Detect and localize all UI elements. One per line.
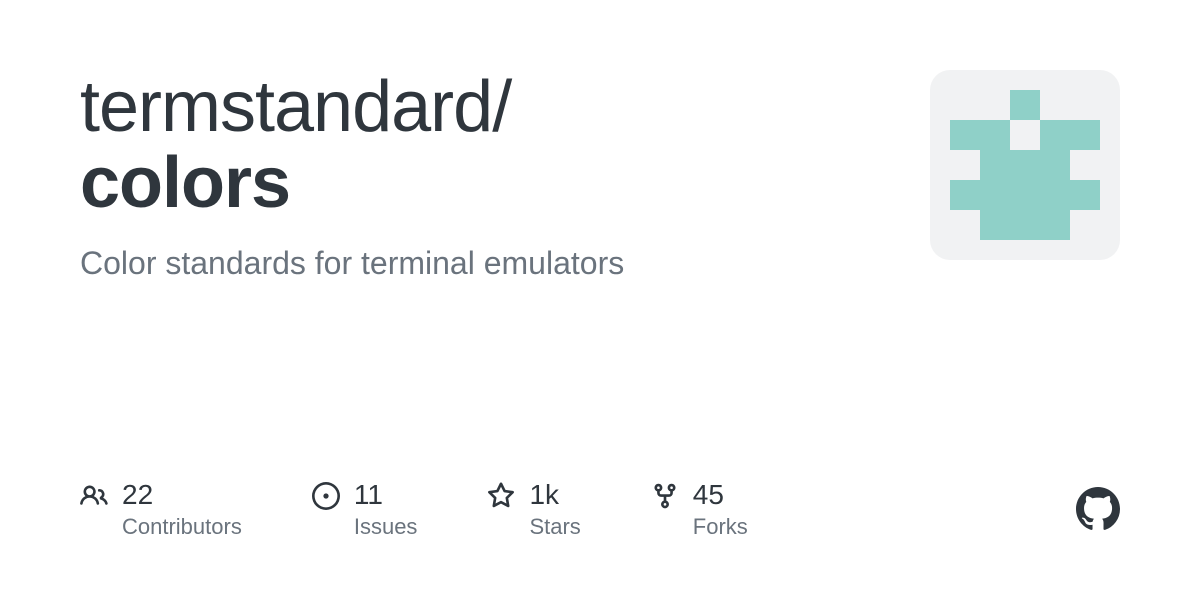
fork-icon (651, 482, 679, 510)
stat-label: Forks (693, 514, 748, 540)
stat-issues[interactable]: 11 Issues (312, 478, 418, 540)
stat-contributors[interactable]: 22 Contributors (80, 478, 242, 540)
stat-label: Issues (354, 514, 418, 540)
stat-forks[interactable]: 45 Forks (651, 478, 748, 540)
stat-value: 22 (122, 478, 242, 512)
repo-title[interactable]: termstandard/ colors (80, 70, 930, 221)
identicon-icon (950, 90, 1100, 240)
repo-owner: termstandard (80, 67, 492, 147)
repo-slash: / (492, 67, 511, 147)
repo-title-block: termstandard/ colors Color standards for… (80, 70, 930, 282)
github-logo-icon[interactable] (1076, 487, 1120, 531)
stat-value: 1k (529, 478, 580, 512)
contributors-icon (80, 482, 108, 510)
stats-group: 22 Contributors 11 Issues 1k (80, 478, 748, 540)
stat-label: Contributors (122, 514, 242, 540)
stat-value: 11 (354, 478, 418, 512)
repo-name: colors (80, 146, 930, 222)
stat-value: 45 (693, 478, 748, 512)
stat-label: Stars (529, 514, 580, 540)
stat-stars[interactable]: 1k Stars (487, 478, 580, 540)
repo-avatar[interactable] (930, 70, 1120, 260)
repo-description: Color standards for terminal emulators (80, 245, 930, 282)
star-icon (487, 482, 515, 510)
issues-icon (312, 482, 340, 510)
